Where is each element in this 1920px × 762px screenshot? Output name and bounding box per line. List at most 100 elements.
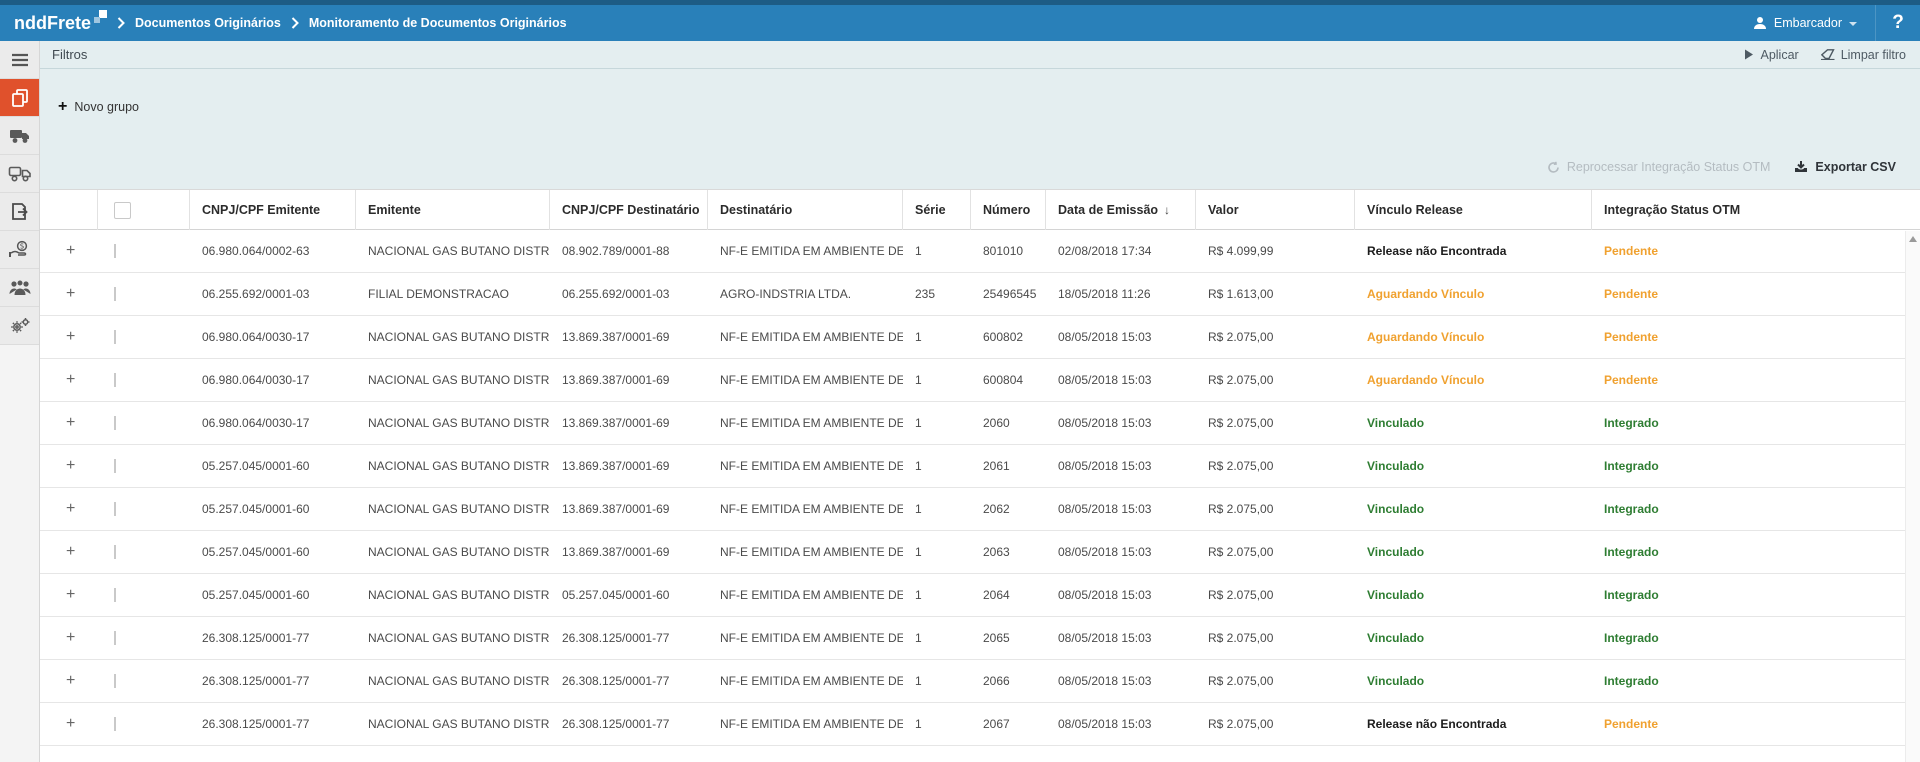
select-all-checkbox[interactable] bbox=[114, 202, 131, 219]
row-checkbox[interactable] bbox=[114, 416, 116, 430]
table-body: +06.980.064/0002-63 NACIONAL GAS BUTANO D… bbox=[40, 230, 1920, 762]
cell-control: + bbox=[40, 286, 98, 302]
cell-control bbox=[98, 459, 190, 473]
row-checkbox[interactable] bbox=[114, 674, 116, 688]
header-destinatario[interactable]: Destinatário bbox=[708, 190, 903, 230]
sidebar-item-usuarios[interactable] bbox=[0, 269, 39, 307]
vertical-scrollbar[interactable] bbox=[1905, 231, 1920, 762]
cell-valor: R$ 2.075,00 bbox=[1196, 674, 1355, 688]
cell-destinatario: NF-E EMITIDA EM AMBIENTE DE ... bbox=[708, 674, 903, 688]
new-group-button[interactable]: + Novo grupo bbox=[58, 99, 139, 115]
expand-row-button[interactable]: + bbox=[52, 673, 75, 689]
row-checkbox[interactable] bbox=[114, 545, 116, 559]
truck-icon bbox=[9, 128, 31, 144]
gears-icon bbox=[9, 317, 31, 335]
cell-control: + bbox=[40, 415, 98, 431]
header-cnpj-destinatario[interactable]: CNPJ/CPF Destinatário bbox=[550, 190, 708, 230]
delivery-truck-icon bbox=[8, 165, 32, 182]
sidebar-item-configuracoes[interactable] bbox=[0, 307, 39, 345]
header-serie[interactable]: Série bbox=[903, 190, 971, 230]
header-data-emissao[interactable]: Data de Emissão ↓ bbox=[1046, 190, 1196, 230]
breadcrumb-monitoramento[interactable]: Monitoramento de Documentos Originários bbox=[309, 16, 567, 30]
cell-valor: R$ 2.075,00 bbox=[1196, 545, 1355, 559]
cell-vinculo-release: Aguardando Vínculo bbox=[1355, 287, 1592, 301]
row-checkbox[interactable] bbox=[114, 502, 116, 516]
cell-cnpj-emitente: 06.980.064/0002-63 bbox=[190, 244, 356, 258]
cell-destinatario: NF-E EMITIDA EM AMBIENTE DE ... bbox=[708, 545, 903, 559]
filters-panel-header: Filtros Aplicar Limpar filtro bbox=[40, 41, 1920, 69]
expand-row-button[interactable]: + bbox=[52, 458, 75, 474]
expand-row-button[interactable]: + bbox=[52, 415, 75, 431]
filters-body: + Novo grupo bbox=[40, 69, 1920, 145]
sidebar-item-frota[interactable] bbox=[0, 155, 39, 193]
expand-row-button[interactable]: + bbox=[52, 544, 75, 560]
row-checkbox[interactable] bbox=[114, 373, 116, 387]
cell-cnpj-destinatario: 05.257.045/0001-60 bbox=[550, 588, 708, 602]
apply-filter-button[interactable]: Aplicar bbox=[1744, 48, 1798, 62]
user-profile-label: Embarcador bbox=[1774, 16, 1842, 30]
app-logo[interactable]: nddFrete bbox=[14, 13, 107, 34]
cell-control bbox=[98, 717, 190, 731]
cell-control bbox=[98, 545, 190, 559]
sidebar-item-saida-documentos[interactable] bbox=[0, 193, 39, 231]
header-emitente[interactable]: Emitente bbox=[356, 190, 550, 230]
row-checkbox[interactable] bbox=[114, 287, 116, 301]
clear-filter-button[interactable]: Limpar filtro bbox=[1821, 48, 1906, 62]
sidebar-filler bbox=[0, 345, 39, 762]
cell-cnpj-emitente: 06.255.692/0001-03 bbox=[190, 287, 356, 301]
cell-emitente: FILIAL DEMONSTRACAO bbox=[356, 287, 550, 301]
header-vinculo-release[interactable]: Vínculo Release bbox=[1355, 190, 1592, 230]
row-checkbox[interactable] bbox=[114, 631, 116, 645]
row-checkbox[interactable] bbox=[114, 459, 116, 473]
help-button[interactable]: ? bbox=[1876, 5, 1920, 41]
row-checkbox[interactable] bbox=[114, 588, 116, 602]
header-valor[interactable]: Valor bbox=[1196, 190, 1355, 230]
cell-cnpj-emitente: 06.980.064/0030-17 bbox=[190, 373, 356, 387]
breadcrumb-documentos-originarios[interactable]: Documentos Originários bbox=[135, 16, 281, 30]
cell-control: + bbox=[40, 630, 98, 646]
sidebar-item-menu[interactable] bbox=[0, 41, 39, 79]
cell-integracao-otm: Pendente bbox=[1592, 373, 1920, 387]
download-icon bbox=[1794, 160, 1808, 174]
table-row: +05.257.045/0001-60NACIONAL GAS BUTANO D… bbox=[40, 574, 1920, 617]
header-integracao-otm[interactable]: Integração Status OTM bbox=[1592, 190, 1920, 230]
row-checkbox[interactable] bbox=[114, 330, 116, 344]
scroll-up-icon bbox=[1909, 236, 1917, 242]
export-csv-button[interactable]: Exportar CSV bbox=[1794, 160, 1896, 174]
header-cnpj-emitente[interactable]: CNPJ/CPF Emitente bbox=[190, 190, 356, 230]
cell-control bbox=[98, 373, 190, 387]
sidebar-item-documentos-originarios[interactable] bbox=[0, 79, 39, 117]
sidebar-item-financeiro[interactable]: $ bbox=[0, 231, 39, 269]
cell-control: + bbox=[40, 544, 98, 560]
cell-cnpj-destinatario: 08.902.789/0001-88 bbox=[550, 244, 708, 258]
cell-numero: 600804 bbox=[971, 373, 1046, 387]
expand-row-button[interactable]: + bbox=[52, 716, 75, 732]
expand-row-button[interactable]: + bbox=[52, 501, 75, 517]
table-row: +05.257.045/0001-60NACIONAL GAS BUTANO D… bbox=[40, 488, 1920, 531]
sidebar-item-transporte[interactable] bbox=[0, 117, 39, 155]
user-profile-menu[interactable]: Embarcador bbox=[1735, 5, 1875, 41]
expand-row-button[interactable]: + bbox=[52, 372, 75, 388]
expand-row-button[interactable]: + bbox=[52, 630, 75, 646]
cell-vinculo-release: Vinculado bbox=[1355, 416, 1592, 430]
cell-cnpj-destinatario: 06.255.692/0001-03 bbox=[550, 287, 708, 301]
expand-row-button[interactable]: + bbox=[52, 286, 75, 302]
cell-control: + bbox=[40, 673, 98, 689]
export-csv-label: Exportar CSV bbox=[1815, 160, 1896, 174]
table-row: +06.980.064/0030-17NACIONAL GAS BUTANO D… bbox=[40, 359, 1920, 402]
cell-emitente: NACIONAL GAS BUTANO DISTRIB... bbox=[356, 545, 550, 559]
header-select-all[interactable] bbox=[98, 190, 190, 230]
row-checkbox[interactable] bbox=[114, 717, 116, 731]
cell-control bbox=[98, 287, 190, 301]
expand-row-button[interactable]: + bbox=[52, 329, 75, 345]
cell-cnpj-destinatario: 26.308.125/0001-77 bbox=[550, 631, 708, 645]
reprocess-otm-button[interactable]: Reprocessar Integração Status OTM bbox=[1547, 160, 1771, 174]
expand-row-button[interactable]: + bbox=[52, 243, 75, 259]
cell-cnpj-destinatario: 26.308.125/0001-77 bbox=[550, 717, 708, 731]
cell-numero: 2062 bbox=[971, 502, 1046, 516]
expand-row-button[interactable]: + bbox=[52, 587, 75, 603]
row-checkbox[interactable] bbox=[114, 244, 116, 258]
cell-numero: 2066 bbox=[971, 674, 1046, 688]
cell-emitente: NACIONAL GAS BUTANO DISTRIB... bbox=[356, 373, 550, 387]
header-numero[interactable]: Número bbox=[971, 190, 1046, 230]
